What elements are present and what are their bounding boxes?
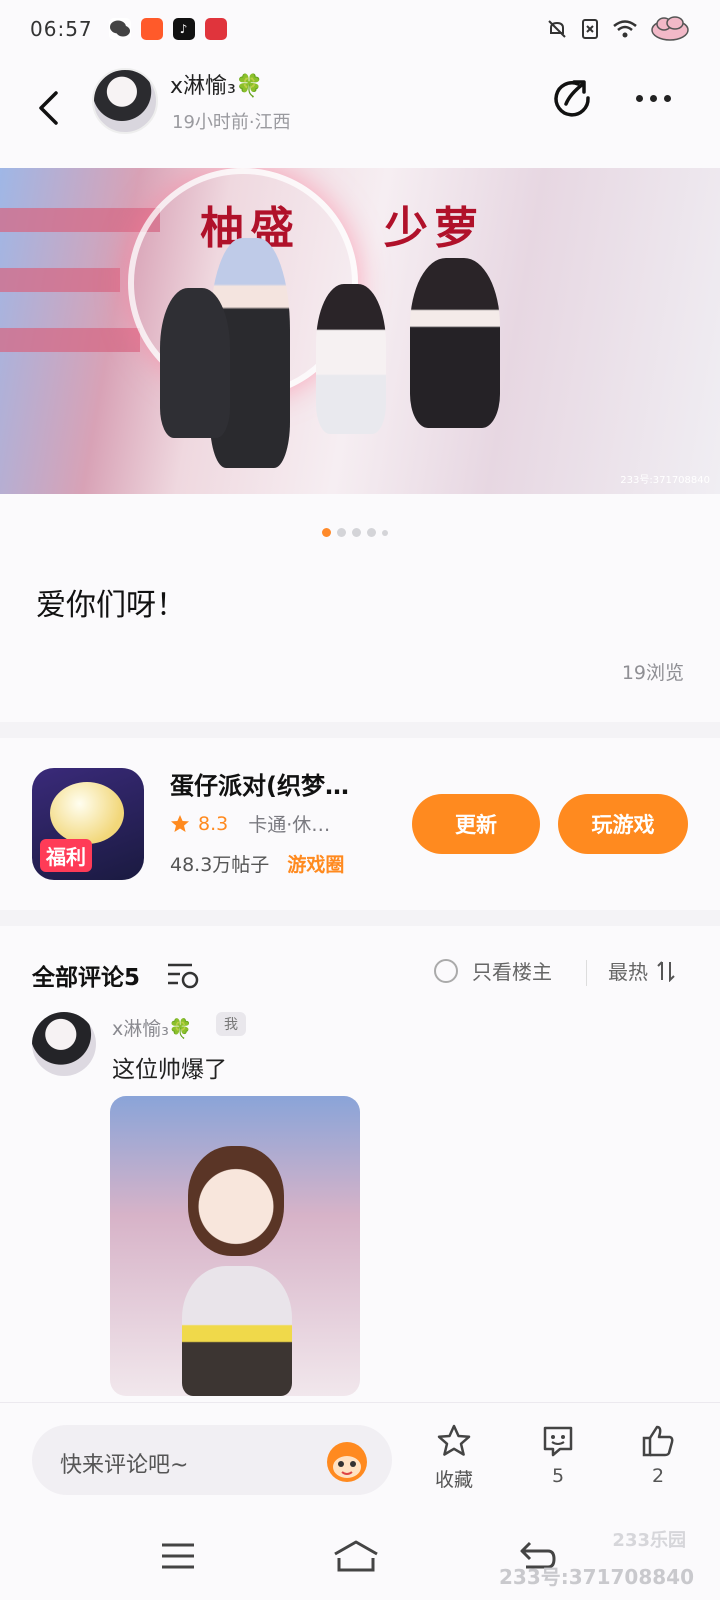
game-stats: 48.3万帖子 游戏圈	[170, 850, 344, 877]
wifi-icon	[613, 20, 637, 38]
game-circle-link[interactable]: 游戏圈	[287, 850, 344, 877]
battery-icon	[651, 16, 689, 41]
post-text: 爱你们呀！	[36, 588, 186, 623]
game-post-count: 48.3万帖子	[170, 854, 270, 876]
post-header: x淋愉₃🍀 19小时前·江西	[0, 58, 720, 168]
app-icon	[140, 18, 163, 40]
notification-icons: ♪	[108, 18, 227, 40]
update-button[interactable]: 更新	[412, 794, 540, 854]
comment-author[interactable]: x淋愉₃🍀	[112, 1014, 193, 1041]
game-rating-row: 8.3 卡通·休…	[170, 810, 330, 837]
play-game-button[interactable]: 玩游戏	[558, 794, 688, 854]
sim-icon	[582, 19, 598, 39]
comment-text: 这位帅爆了	[112, 1057, 227, 1083]
carousel-dot	[367, 528, 376, 537]
menu-icon	[162, 1543, 194, 1569]
watermark-logo: 233乐园	[612, 1530, 686, 1551]
sort-icon	[657, 960, 675, 982]
banner-overlay-text-2: 少萝	[384, 203, 484, 254]
carousel-dot-active	[322, 528, 331, 537]
post-image-carousel[interactable]: 柚盛 少萝 233号:371708840	[0, 168, 720, 494]
comment-icon	[543, 1426, 573, 1457]
mute-icon	[548, 20, 566, 38]
owner-only-label: 只看楼主	[472, 960, 552, 984]
carousel-dot	[382, 529, 388, 536]
share-button[interactable]	[550, 76, 596, 122]
star-icon	[171, 814, 189, 832]
comment-avatar[interactable]	[32, 1012, 96, 1076]
home-button[interactable]	[326, 1536, 386, 1576]
comment-button[interactable]: 5	[518, 1423, 598, 1487]
like-icon	[642, 1425, 674, 1457]
like-count: 2	[651, 1465, 665, 1487]
author-name[interactable]: x淋愉₃🍀	[170, 68, 263, 100]
status-bar: 06:57 ♪	[0, 0, 720, 58]
wechat-icon	[108, 18, 131, 40]
sort-label: 最热	[608, 960, 648, 984]
status-time: 06:57	[30, 17, 93, 41]
divider	[586, 960, 587, 986]
banner-character	[410, 258, 500, 428]
comments-section: 全部评论5 只看楼主 最热 x淋愉₃🍀 我 这位帅爆了	[0, 926, 720, 1402]
carousel-dot	[352, 528, 361, 537]
favorite-label: 收藏	[434, 1469, 473, 1491]
share-icon	[554, 80, 590, 117]
back-button[interactable]	[26, 80, 70, 136]
game-card[interactable]: 福利 蛋仔派对(织梦… 8.3 卡通·休… 48.3万帖子 游戏圈 更新 玩游戏	[0, 738, 720, 910]
favorite-button[interactable]: 收藏	[414, 1423, 494, 1492]
mascot-icon	[327, 1442, 367, 1482]
game-rating: 8.3	[198, 812, 229, 835]
comment-input[interactable]: 快来评论吧~	[32, 1425, 392, 1495]
view-count: 19浏览	[621, 662, 684, 684]
game-name[interactable]: 蛋仔派对(织梦…	[170, 766, 349, 801]
home-icon	[334, 1540, 378, 1572]
like-button[interactable]: 2	[618, 1423, 698, 1487]
bottom-action-bar: 快来评论吧~ 收藏 5 2	[0, 1402, 720, 1512]
back-icon	[39, 91, 58, 125]
comment-input-placeholder: 快来评论吧~	[60, 1453, 189, 1478]
tiktok-icon: ♪	[172, 18, 195, 40]
banner-character	[160, 288, 230, 438]
author-meta: 19小时前·江西	[172, 112, 291, 133]
me-badge: 我	[216, 1012, 246, 1036]
author-avatar[interactable]	[92, 68, 158, 134]
system-icons	[546, 16, 690, 42]
comment-count: 5	[551, 1465, 565, 1487]
system-nav-bar: 233乐园 233号:371708840	[0, 1512, 720, 1600]
game-icon-badge: 福利	[40, 839, 92, 872]
filter-icon[interactable]	[166, 960, 200, 990]
comment-image[interactable]	[110, 1096, 360, 1396]
carousel-pagination	[322, 528, 388, 537]
comments-title: 全部评论5	[32, 965, 141, 991]
banner-character	[316, 284, 386, 434]
app-icon-2	[204, 18, 227, 40]
favorite-icon	[437, 1424, 471, 1456]
carousel-dot	[337, 528, 346, 537]
watermark-id: 233号:371708840	[499, 1565, 694, 1589]
more-icon	[635, 94, 643, 102]
game-icon[interactable]: 福利	[32, 768, 144, 880]
game-genre: 卡通·休…	[248, 814, 331, 836]
owner-only-toggle[interactable]: 只看楼主	[434, 956, 552, 985]
sort-button[interactable]: 最热	[608, 956, 676, 985]
owner-only-radio[interactable]	[434, 958, 458, 983]
menu-button[interactable]	[148, 1536, 208, 1576]
more-button[interactable]	[628, 80, 678, 116]
banner-watermark: 233号:371708840	[620, 475, 710, 486]
